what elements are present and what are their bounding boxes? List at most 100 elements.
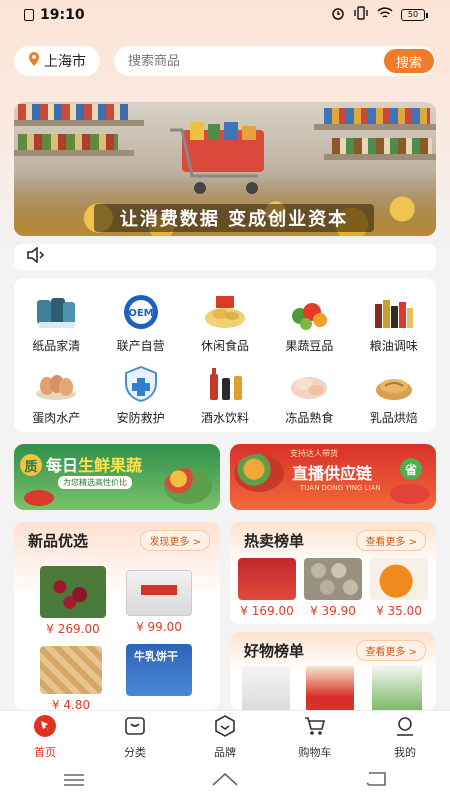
- product-card[interactable]: ¥ 99.00: [126, 570, 192, 634]
- location-pin-icon: [28, 51, 40, 71]
- category-item[interactable]: 安防救护: [98, 364, 182, 426]
- view-more-button[interactable]: 查看更多 >: [356, 529, 426, 551]
- category-icon: [123, 714, 147, 741]
- category-label: 乳品烘焙: [369, 411, 418, 425]
- product-card[interactable]: ¥ 35.00: [370, 558, 428, 618]
- product-image-rice[interactable]: [306, 666, 354, 710]
- category-label: 纸品家清: [32, 339, 81, 353]
- shield-icon: [118, 364, 164, 404]
- paper-icon: [33, 292, 79, 332]
- product-image-box: [126, 570, 192, 616]
- tab-cart[interactable]: 购物车: [270, 711, 360, 762]
- product-card[interactable]: ¥ 269.00: [40, 566, 106, 636]
- product-card[interactable]: ¥ 39.90: [304, 558, 362, 618]
- product-image-cherries: [40, 566, 106, 618]
- category-item[interactable]: 果蔬豆品: [267, 292, 351, 354]
- category-item[interactable]: 粮油调味: [352, 292, 436, 354]
- promo-right-badge: 省: [400, 458, 422, 480]
- product-label-text: 牛乳饼干: [134, 650, 178, 663]
- product-image-eggs: [304, 558, 362, 600]
- promo-right-subtitle: TUAN DONG YING LIAN: [300, 484, 381, 492]
- brand-icon: [213, 714, 237, 741]
- product-image-oranges: [370, 558, 428, 600]
- promo-tag: 支持达人带货: [290, 449, 338, 458]
- status-time: 19:10: [40, 7, 85, 23]
- drink-icon: [202, 364, 248, 404]
- promo-subtitle: 为您精选高性价比: [58, 476, 132, 489]
- product-price: ¥ 169.00: [240, 604, 294, 618]
- product-card[interactable]: ¥ 169.00: [238, 558, 296, 618]
- svg-text:OEM: OEM: [128, 308, 153, 319]
- category-label: 联产自营: [116, 339, 165, 353]
- product-price: ¥ 4.80: [51, 698, 91, 710]
- category-item[interactable]: 乳品烘焙: [352, 364, 436, 426]
- section-title: 热卖榜单: [244, 531, 305, 550]
- good-products-section: 好物榜单 查看更多 >: [230, 632, 436, 710]
- product-card[interactable]: 牛乳饼干: [126, 644, 192, 696]
- promo-title-a: 每日: [46, 456, 79, 475]
- announcement-bar[interactable]: [14, 244, 436, 270]
- condiment-icon: [371, 292, 417, 332]
- product-image-bottles[interactable]: [372, 666, 422, 710]
- section-title: 新品优选: [28, 531, 89, 550]
- bottom-tab-bar: 首页 分类 品牌 购物车 我的: [0, 710, 450, 762]
- sim-card-icon: [24, 9, 34, 21]
- category-item[interactable]: 休闲食品: [183, 292, 267, 354]
- tab-brand[interactable]: 品牌: [180, 711, 270, 762]
- view-more-button[interactable]: 查看更多 >: [356, 639, 426, 661]
- discover-more-button[interactable]: 发现更多 >: [140, 529, 210, 551]
- promo-title-b: 生鲜果蔬: [78, 456, 143, 475]
- hero-banner[interactable]: 让消费数据 变成创业资本: [14, 102, 436, 236]
- category-item[interactable]: 蛋肉水产: [14, 364, 98, 426]
- search-input[interactable]: [128, 53, 348, 69]
- status-bar: 19:10 50: [0, 0, 450, 30]
- tab-category[interactable]: 分类: [90, 711, 180, 762]
- category-label: 休闲食品: [200, 339, 249, 353]
- snack-icon: [202, 292, 248, 332]
- city-selector[interactable]: 上海市: [14, 46, 100, 76]
- speaker-icon: [26, 246, 46, 267]
- product-card[interactable]: ¥ 4.80: [40, 646, 102, 710]
- system-navigation-bar: [0, 762, 450, 800]
- section-title: 好物榜单: [244, 641, 305, 660]
- search-row: 上海市 搜索: [14, 46, 436, 76]
- category-grid: 纸品家清 OEM 联产自营 休闲食品 果蔬豆品 粮油调味蛋肉水产 安防救护 酒水饮料 冻品熟食 乳…: [14, 278, 436, 432]
- profile-icon: [393, 714, 417, 741]
- search-button[interactable]: 搜索: [384, 49, 434, 73]
- category-item[interactable]: 冻品熟食: [267, 364, 351, 426]
- alarm-icon: [331, 6, 345, 24]
- category-item[interactable]: OEM 联产自营: [98, 292, 182, 354]
- product-price: ¥ 99.00: [136, 620, 182, 634]
- banner-headline: 让消费数据 变成创业资本: [94, 204, 374, 232]
- category-label: 粮油调味: [369, 339, 418, 353]
- home-nav-icon[interactable]: [211, 771, 239, 791]
- egg-icon: [33, 364, 79, 404]
- frozen-icon: [286, 364, 332, 404]
- menu-icon[interactable]: [63, 772, 85, 791]
- product-image-giftbox: [238, 558, 296, 600]
- livestream-supply-promo[interactable]: 支持达人带货 直播供应链 省 TUAN DONG YING LIAN: [230, 444, 436, 510]
- city-name: 上海市: [44, 54, 86, 70]
- tab-profile[interactable]: 我的: [360, 711, 450, 762]
- home-icon: [33, 714, 57, 741]
- tab-label: 品牌: [214, 745, 236, 759]
- product-image-bag[interactable]: [242, 666, 290, 710]
- tab-label: 购物车: [298, 745, 332, 759]
- category-label: 冻品熟食: [285, 411, 334, 425]
- back-icon[interactable]: [365, 771, 387, 791]
- category-label: 安防救护: [116, 411, 165, 425]
- category-item[interactable]: 纸品家清: [14, 292, 98, 354]
- bread-icon: [371, 364, 417, 404]
- oem-icon: OEM: [118, 292, 164, 332]
- wifi-icon: [377, 6, 393, 24]
- product-image-milk-biscuit: 牛乳饼干: [126, 644, 192, 696]
- tab-label: 我的: [394, 745, 416, 759]
- tab-home[interactable]: 首页: [0, 711, 90, 762]
- battery-level: 50: [401, 9, 425, 21]
- tab-label: 首页: [34, 745, 56, 759]
- category-label: 酒水饮料: [200, 411, 249, 425]
- fresh-produce-promo[interactable]: 质 每日生鲜果蔬 为您精选高性价比: [14, 444, 220, 510]
- new-products-section: 新品优选 发现更多 > ¥ 269.00 ¥ 99.00 ¥ 4.80 牛乳饼干: [14, 522, 220, 710]
- category-label: 果蔬豆品: [285, 339, 334, 353]
- category-item[interactable]: 酒水饮料: [183, 364, 267, 426]
